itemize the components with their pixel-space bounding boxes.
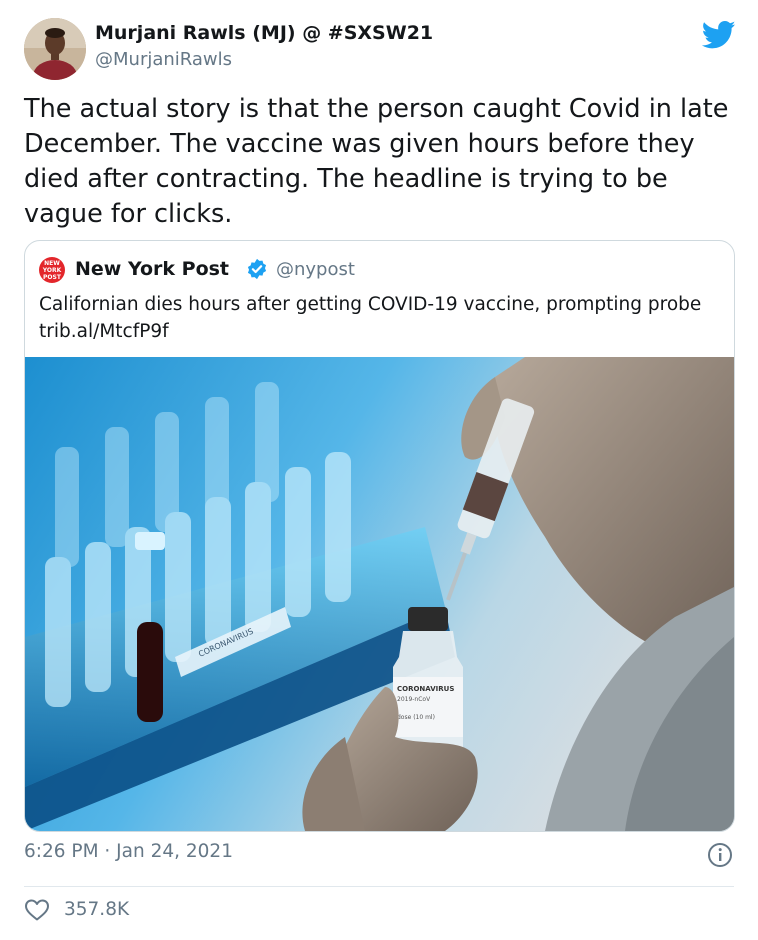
author-name[interactable]: Murjani Rawls (MJ) @ #SXSW21 bbox=[95, 22, 433, 44]
info-icon[interactable] bbox=[707, 842, 733, 868]
twitter-bird-icon[interactable] bbox=[702, 20, 736, 50]
heart-icon[interactable] bbox=[24, 898, 50, 922]
avatar[interactable] bbox=[24, 18, 86, 80]
vial-sublabel: 2019-nCoV bbox=[397, 696, 431, 703]
quoted-author-handle[interactable]: @nypost bbox=[276, 259, 355, 280]
tweet-timestamp[interactable]: 6:26 PM · Jan 24, 2021 bbox=[24, 841, 233, 862]
divider bbox=[24, 886, 734, 887]
verified-badge-icon bbox=[247, 258, 267, 280]
vial-label: CORONAVIRUS bbox=[397, 685, 454, 693]
user-avatar-photo bbox=[24, 18, 86, 80]
tweet-text: The actual story is that the person caug… bbox=[24, 94, 729, 229]
quoted-author-name[interactable]: New York Post bbox=[75, 258, 229, 280]
author-handle[interactable]: @MurjaniRawls bbox=[95, 49, 232, 70]
quoted-tweet[interactable]: NEW YORK POST New York Post @nypost Cali… bbox=[24, 240, 735, 832]
vaccine-photo[interactable]: CORONAVIRUS CORONAVIRUS 2019-nCoV dose (… bbox=[25, 357, 734, 831]
vial-dose-label: dose (10 ml) bbox=[397, 714, 435, 721]
nypost-logo[interactable]: NEW YORK POST bbox=[39, 257, 65, 283]
like-count[interactable]: 357.8K bbox=[64, 899, 129, 920]
quoted-tweet-text[interactable]: Californian dies hours after getting COV… bbox=[39, 291, 719, 345]
